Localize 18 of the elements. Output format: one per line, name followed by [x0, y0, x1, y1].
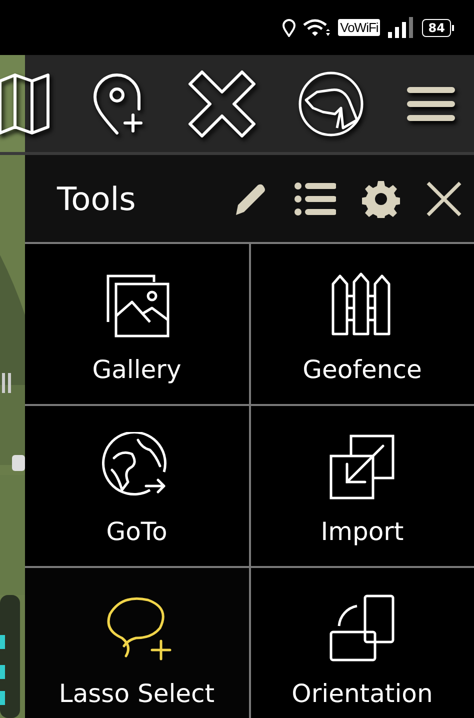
vowifi-badge: VoWiFi — [338, 19, 380, 36]
tool-button[interactable]: Gallery — [25, 244, 248, 404]
panel-title: Tools — [57, 180, 137, 218]
wifi-icon — [303, 18, 332, 36]
battery-icon: 84 — [422, 18, 454, 36]
tool-button[interactable]: GoTo — [25, 406, 248, 566]
orientation-icon — [327, 594, 398, 664]
signal-icon — [387, 16, 416, 38]
list-icon[interactable] — [294, 182, 336, 216]
tool-button[interactable]: Import — [250, 406, 474, 566]
tool-button[interactable]: Orientation — [250, 568, 474, 718]
tool-button[interactable]: Lasso Select — [25, 568, 248, 718]
close-icon[interactable] — [426, 180, 462, 216]
tool-button[interactable]: Geofence — [250, 244, 474, 404]
map-icon[interactable] — [0, 70, 50, 136]
settings-icon[interactable] — [362, 180, 400, 218]
import-icon — [327, 432, 398, 502]
location-icon — [282, 18, 296, 36]
